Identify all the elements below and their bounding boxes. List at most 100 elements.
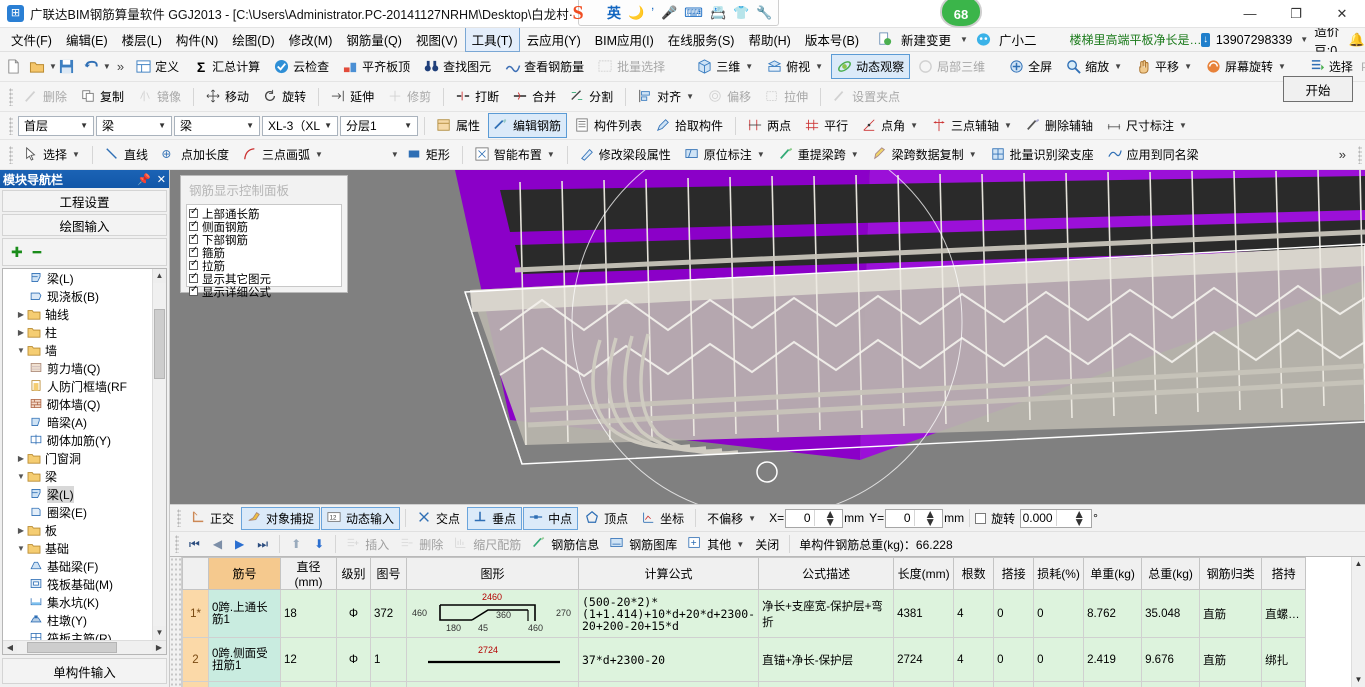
- ime-lang-icon[interactable]: 英: [607, 6, 621, 20]
- snap-perpendicular[interactable]: 垂点: [467, 506, 523, 530]
- grid-rebar-library-button[interactable]: 钢筋图库: [605, 534, 682, 555]
- row-figure-no[interactable]: 1: [370, 637, 407, 682]
- row-unit-weight[interactable]: 3.013: [1083, 681, 1143, 687]
- tree-item-ring-beam[interactable]: 圈梁(E): [3, 503, 152, 521]
- floor-select[interactable]: 首层 ▼: [18, 115, 94, 136]
- offset-mode-caret-icon[interactable]: ▼: [748, 514, 756, 523]
- pan-caret-icon[interactable]: ▼: [1184, 62, 1192, 71]
- ime-cards-icon[interactable]: 📇: [710, 6, 726, 19]
- grid-vertical-scrollbar[interactable]: ▲ ▼: [1351, 557, 1365, 687]
- draw-select-button[interactable]: 选择 ▼: [18, 142, 86, 167]
- draw-line-button[interactable]: 直线: [99, 142, 154, 167]
- three-point-axis-caret-icon[interactable]: ▼: [1004, 121, 1012, 130]
- assistant-button[interactable]: 广小二: [992, 27, 1044, 52]
- table-row[interactable]: 2 0跨.侧面受扭筋1 12 Φ 1 2724 37*d+2300-20 直锚+…: [182, 637, 1307, 682]
- menu-version[interactable]: 版本号(B): [798, 27, 866, 52]
- snap-coordinate[interactable]: 坐标: [635, 507, 690, 530]
- row-unit-weight[interactable]: 2.419: [1083, 637, 1143, 682]
- account-caret-icon[interactable]: ▼: [1300, 35, 1308, 44]
- y-input[interactable]: 0 ▲ ▼: [885, 508, 944, 528]
- tree-folder-slab[interactable]: ▶ 板: [3, 521, 152, 539]
- menu-rebar-qty[interactable]: 钢筋量(Q): [339, 27, 409, 52]
- menu-bim-apps[interactable]: BIM应用(I): [588, 27, 661, 52]
- ortho-toggle[interactable]: 正交: [185, 507, 240, 530]
- menu-draw[interactable]: 绘图(D): [225, 27, 281, 52]
- ime-tools-icon[interactable]: 🔧: [756, 6, 772, 19]
- tree-folder-beam[interactable]: ▼ 梁: [3, 467, 152, 485]
- score-badge[interactable]: 68: [940, 0, 982, 28]
- add-icon[interactable]: ✚: [11, 244, 23, 261]
- menu-cloud-apps[interactable]: 云应用(Y): [520, 27, 588, 52]
- toolbar-zoom-button[interactable]: 缩放 ▼: [1060, 54, 1128, 79]
- draw-bar-grip[interactable]: [9, 145, 13, 164]
- th-loss[interactable]: 损耗(%): [1033, 557, 1085, 590]
- toolbar-cloud-check-button[interactable]: 云检查: [268, 54, 335, 79]
- row-diameter[interactable]: 14: [280, 681, 337, 687]
- draw-arc-button[interactable]: 三点画弧 ▼: [237, 142, 329, 167]
- row-shape[interactable]: 2724: [406, 637, 579, 682]
- th-diameter[interactable]: 直径(mm): [280, 557, 337, 590]
- undo-icon[interactable]: [83, 59, 99, 75]
- ime-toolbar[interactable]: S 英 🌙 ʼ 🎤 ⌨ 📇 👕 🔧: [572, 0, 779, 26]
- smart-layout-button[interactable]: 智能布置 ▼: [469, 142, 561, 167]
- modify-align-button[interactable]: 对齐 ▼: [632, 84, 700, 109]
- checkbox-checked-icon[interactable]: [189, 219, 198, 231]
- sidebar-tab-draw-input[interactable]: 绘图输入: [2, 214, 167, 236]
- nav-last-icon[interactable]: ⏭: [251, 535, 274, 554]
- menu-help[interactable]: 帮助(H): [741, 27, 797, 52]
- row-formula[interactable]: 15*d+2300-20: [577, 681, 760, 687]
- menu-component[interactable]: 构件(N): [169, 27, 225, 52]
- ime-moon-icon[interactable]: 🌙: [628, 6, 644, 19]
- grid-insert-button[interactable]: 插入: [341, 534, 394, 555]
- nav-prev-icon[interactable]: ◀: [207, 535, 228, 553]
- snap-vertex[interactable]: 顶点: [579, 507, 634, 530]
- bell-icon[interactable]: 🔔: [1349, 32, 1365, 48]
- scroll-thumb[interactable]: [154, 309, 165, 379]
- row-count[interactable]: 4: [953, 589, 995, 638]
- chevron-right-icon[interactable]: ▶: [15, 454, 27, 463]
- x-input[interactable]: 0 ▲ ▼: [785, 508, 844, 528]
- toolbar-overflow-left-icon[interactable]: »: [113, 59, 128, 74]
- pick-component-button[interactable]: 拾取构件: [650, 113, 729, 138]
- y-spinner[interactable]: ▲ ▼: [913, 508, 943, 528]
- pin-icon[interactable]: 📌: [137, 173, 151, 186]
- menu-online-service[interactable]: 在线服务(S): [661, 27, 742, 52]
- row-length[interactable]: 4381: [893, 589, 955, 638]
- grid-scroll-down-icon[interactable]: ▼: [1352, 673, 1365, 687]
- row-loss[interactable]: 0: [1033, 637, 1085, 682]
- modify-split-button[interactable]: 分割: [564, 84, 619, 109]
- checkbox-checked-icon[interactable]: [189, 271, 198, 283]
- row-connect[interactable]: 绑扎: [1261, 681, 1307, 687]
- sidebar-close-icon[interactable]: ✕: [157, 173, 166, 186]
- two-point-button[interactable]: 两点: [742, 113, 797, 138]
- toolbar-topview-button[interactable]: 俯视 ▼: [761, 54, 829, 79]
- tree-folder-door-window[interactable]: ▶ 门窗洞: [3, 449, 152, 467]
- checkbox-checked-icon[interactable]: [189, 232, 198, 244]
- chevron-right-icon[interactable]: ▶: [15, 526, 27, 535]
- modify-trim-button[interactable]: 修剪: [382, 84, 437, 109]
- th-figure-no[interactable]: 图号: [370, 557, 407, 590]
- type-select[interactable]: 梁 ▼: [174, 115, 260, 136]
- drawbar-end-grip[interactable]: [1358, 145, 1362, 164]
- row-lap[interactable]: 0: [993, 681, 1035, 687]
- delete-axis-button[interactable]: 删除辅轴: [1020, 113, 1099, 138]
- remove-icon[interactable]: ━: [33, 244, 41, 261]
- modify-stretch-button[interactable]: 拉伸: [759, 84, 814, 109]
- tree-vertical-scrollbar[interactable]: ▲ ▼: [152, 269, 166, 640]
- th-total-weight[interactable]: 总重(kg): [1141, 557, 1201, 590]
- row-description[interactable]: 净长+支座宽-保护层+弯折: [758, 589, 895, 638]
- row-description[interactable]: 直锚+净长-保护层: [758, 637, 895, 682]
- type-select-caret-icon[interactable]: ▼: [243, 121, 257, 130]
- ime-punct-icon[interactable]: ʼ: [651, 6, 654, 19]
- tree-folder-foundation[interactable]: ▼ 基础: [3, 539, 152, 557]
- snapbar-grip[interactable]: [177, 509, 181, 527]
- row-rebar-name[interactable]: 0跨.侧面受扭筋1: [208, 637, 281, 682]
- toolbar-view-rebar-button[interactable]: 查看钢筋量: [499, 54, 590, 79]
- dimension-caret-icon[interactable]: ▼: [1179, 121, 1187, 130]
- tree-horizontal-scrollbar[interactable]: ◀ ▶: [3, 640, 166, 654]
- re-extract-span-caret-icon[interactable]: ▼: [851, 150, 859, 159]
- toolbar-orbit-button[interactable]: 动态观察: [831, 54, 911, 79]
- modify-mirror-button[interactable]: 镜像: [132, 84, 187, 109]
- draw-rect-button[interactable]: 矩形: [401, 142, 456, 167]
- row-lap[interactable]: 0: [993, 637, 1035, 682]
